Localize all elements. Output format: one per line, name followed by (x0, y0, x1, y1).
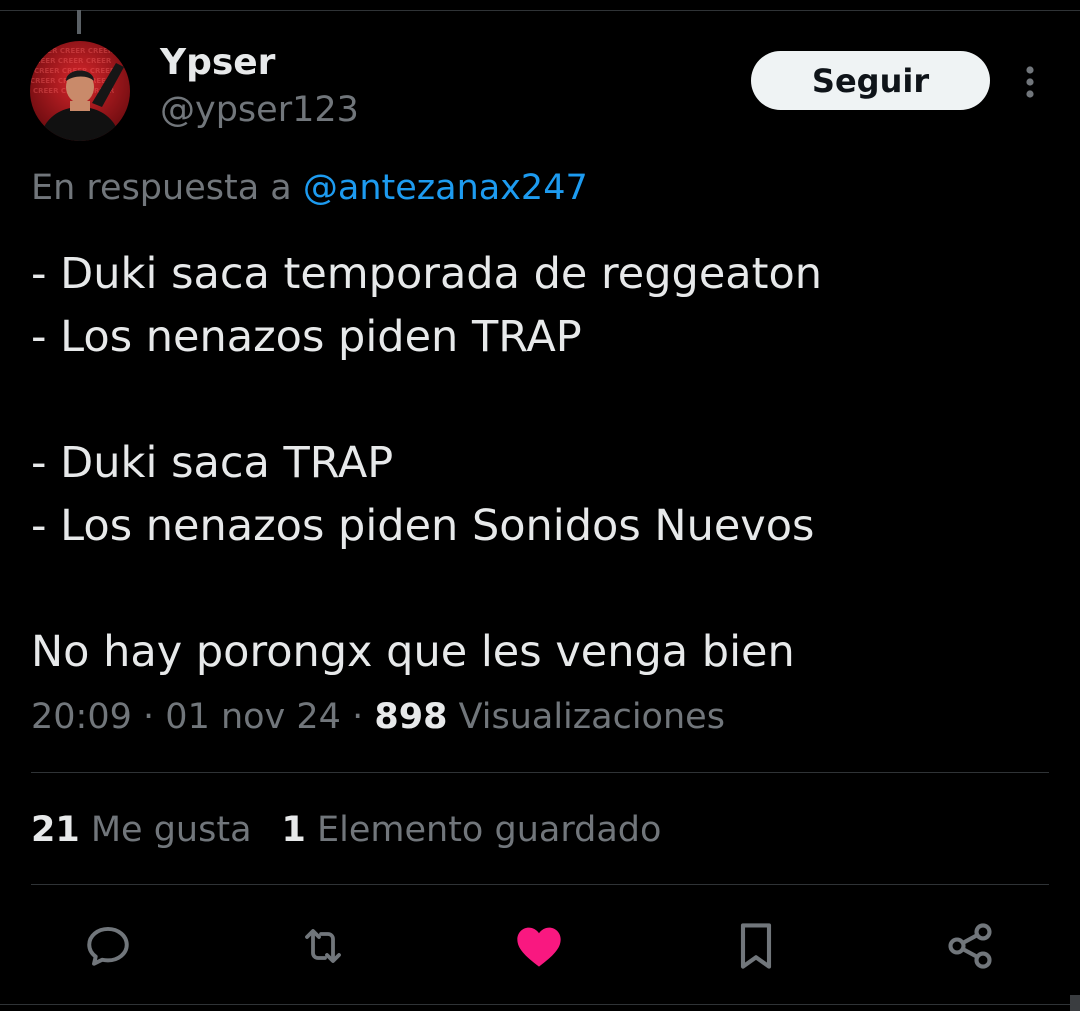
tweet-time[interactable]: 20:09 (31, 697, 132, 737)
bookmarks-count: 1 (281, 810, 306, 850)
reply-mention-link[interactable]: @antezanax247 (303, 168, 588, 208)
svg-text:CREER CREER CREER: CREER CREER CREER (30, 57, 112, 65)
views-count: 898 (374, 697, 448, 737)
tweet-text: - Duki saca temporada de reggeaton - Los… (31, 243, 1051, 684)
heart-icon (517, 927, 561, 967)
more-dots-icon (1026, 66, 1034, 98)
more-options-button[interactable] (1012, 60, 1048, 104)
retweet-button[interactable] (297, 920, 349, 972)
bottom-divider (0, 1004, 1080, 1005)
share-icon (948, 923, 992, 969)
likes-count: 21 (31, 810, 80, 850)
tweet-line: - Duki saca temporada de reggeaton (31, 249, 823, 299)
bookmarks-stat[interactable]: 1 Elemento guardado (282, 810, 662, 850)
views-label: Visualizaciones (458, 697, 725, 737)
reply-button[interactable] (82, 920, 134, 972)
engagement-stats: 21 Me gusta 1 Elemento guardado (31, 810, 661, 850)
reply-bubble-icon (87, 926, 129, 966)
avatar-image: CREER CREER CREER CREER CREER CREER CREE… (30, 41, 130, 141)
reply-context: En respuesta a @antezanax247 (31, 168, 588, 208)
share-button[interactable] (944, 920, 996, 972)
likes-label: Me gusta (90, 810, 252, 850)
tweet-metadata: 20:09 · 01 nov 24 · 898 Visualizaciones (31, 697, 725, 737)
avatar[interactable]: CREER CREER CREER CREER CREER CREER CREE… (30, 41, 130, 141)
likes-stat[interactable]: 21 Me gusta (31, 810, 252, 850)
tweet-line: - Los nenazos piden Sonidos Nuevos (31, 501, 815, 551)
tweet-date[interactable]: 01 nov 24 (165, 697, 341, 737)
bookmark-icon (740, 923, 772, 969)
meta-separator: · (143, 697, 155, 737)
follow-button[interactable]: Seguir (751, 51, 990, 110)
tweet-line: - Los nenazos piden TRAP (31, 312, 582, 362)
tweet-line: - Duki saca TRAP (31, 438, 394, 488)
svg-text:CREER CREER CREER: CREER CREER CREER (32, 47, 114, 55)
retweet-icon (305, 929, 341, 963)
bookmarks-label: Elemento guardado (317, 810, 662, 850)
stats-top-divider (31, 772, 1049, 773)
author-handle[interactable]: @ypser123 (160, 90, 359, 130)
stats-bottom-divider (31, 884, 1049, 885)
bookmark-button[interactable] (730, 920, 782, 972)
tweet-line: No hay porongx que les venga bien (31, 627, 795, 677)
thread-connector-line (77, 10, 81, 34)
author-name[interactable]: Ypser (160, 42, 275, 83)
scrollbar-thumb[interactable] (1070, 995, 1080, 1011)
top-divider (0, 10, 1080, 11)
meta-separator: · (352, 697, 364, 737)
reply-prefix: En respuesta a (31, 168, 292, 208)
like-button[interactable] (513, 920, 565, 972)
